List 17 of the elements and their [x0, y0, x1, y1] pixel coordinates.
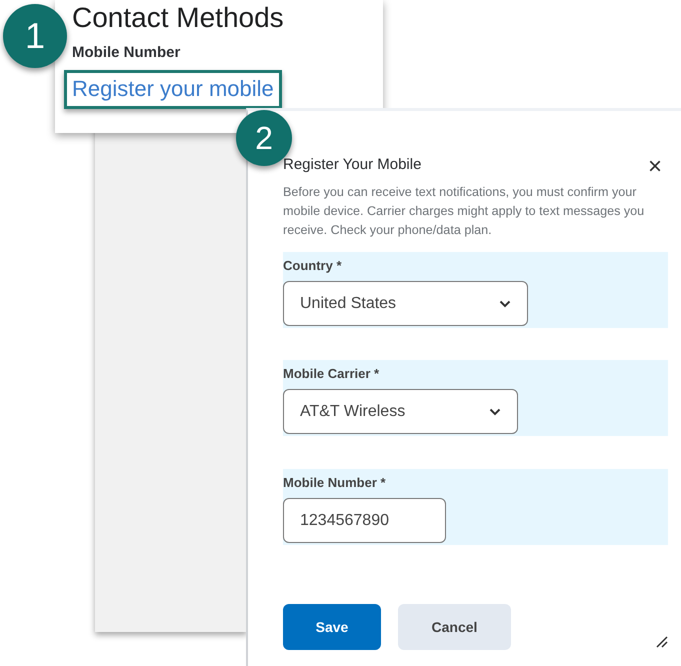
card-title: Contact Methods: [72, 1, 285, 35]
dialog-description: Before you can receive text notifications, you must confirm your mobile device. Carrier charges might apply to text messages you receive. Check your phone/data plan.: [283, 184, 646, 239]
dropdown[interactable]: AT&T Wireless: [283, 389, 518, 434]
cancel-button[interactable]: Cancel: [398, 604, 511, 650]
field-label: Mobile Number *: [283, 475, 387, 490]
dropdown[interactable]: United States: [283, 281, 528, 326]
step-callout: 1: [3, 4, 67, 68]
chevron-down-icon: [489, 408, 501, 416]
field-label: Country *: [283, 258, 342, 273]
save-button[interactable]: Save: [283, 604, 381, 650]
chevron-down-icon: [499, 300, 511, 308]
field-label: Mobile Number: [72, 44, 182, 61]
register-link[interactable]: Register your mobile: [72, 76, 274, 101]
close-button[interactable]: ×: [642, 155, 668, 179]
input-field[interactable]: 1234567890: [283, 498, 446, 543]
resize-grip-icon[interactable]: [656, 636, 668, 648]
field-label: Mobile Carrier *: [283, 366, 380, 381]
